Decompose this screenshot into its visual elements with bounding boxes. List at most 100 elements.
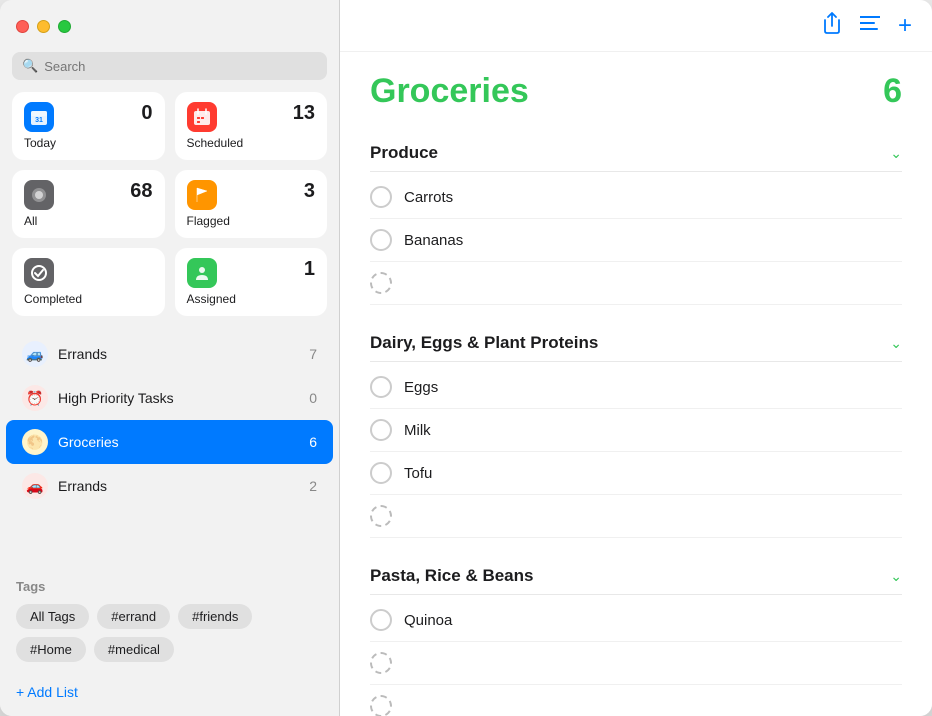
- section-produce-chevron[interactable]: ⌄: [890, 145, 902, 162]
- scheduled-count: 13: [293, 102, 315, 125]
- maximize-button[interactable]: [58, 20, 71, 33]
- tag-medical[interactable]: #medical: [94, 637, 174, 662]
- task-pasta-empty1-checkbox[interactable]: [370, 652, 392, 674]
- titlebar: [0, 0, 339, 52]
- groceries-label: Groceries: [58, 434, 299, 450]
- all-icon: [24, 180, 54, 210]
- task-tofu: Tofu: [370, 452, 902, 495]
- task-eggs: Eggs: [370, 366, 902, 409]
- groceries-icon: 🌕: [22, 429, 48, 455]
- search-bar: 🔍: [12, 52, 327, 80]
- groceries-count: 6: [309, 434, 317, 450]
- task-dairy-empty: [370, 495, 902, 538]
- task-tofu-label: Tofu: [404, 465, 432, 482]
- task-milk-label: Milk: [404, 422, 431, 439]
- list-title: Groceries: [370, 72, 529, 111]
- task-bananas-checkbox[interactable]: [370, 229, 392, 251]
- flagged-label: Flagged: [187, 214, 316, 228]
- list-section: 🚙 Errands 7 ⏰ High Priority Tasks 0 🌕 Gr…: [0, 328, 339, 567]
- task-dairy-empty-checkbox[interactable]: [370, 505, 392, 527]
- menu-icon[interactable]: [860, 15, 880, 36]
- tags-section: Tags All Tags #errand #friends #Home #me…: [0, 567, 339, 674]
- task-milk: Milk: [370, 409, 902, 452]
- all-label: All: [24, 214, 153, 228]
- smart-list-scheduled[interactable]: 13 Scheduled: [175, 92, 328, 160]
- today-count: 0: [141, 102, 152, 125]
- section-dairy-chevron[interactable]: ⌄: [890, 335, 902, 352]
- smart-lists-grid: 31 0 Today: [0, 92, 339, 328]
- task-eggs-label: Eggs: [404, 379, 438, 396]
- share-icon[interactable]: [822, 12, 842, 40]
- task-milk-checkbox[interactable]: [370, 419, 392, 441]
- high-priority-icon: ⏰: [22, 385, 48, 411]
- flagged-count: 3: [304, 180, 315, 203]
- main-content: + Groceries 6 Produce ⌄ Carrots: [340, 0, 932, 716]
- completed-icon: [24, 258, 54, 288]
- errands2-icon: 🚗: [22, 473, 48, 499]
- smart-list-today[interactable]: 31 0 Today: [12, 92, 165, 160]
- app-window: 🔍 31 0 Today: [0, 0, 932, 716]
- tag-errand[interactable]: #errand: [97, 604, 170, 629]
- close-button[interactable]: [16, 20, 29, 33]
- task-pasta-empty2-checkbox[interactable]: [370, 695, 392, 716]
- tags-label: Tags: [16, 579, 323, 594]
- search-icon: 🔍: [22, 58, 38, 74]
- section-pasta-chevron[interactable]: ⌄: [890, 568, 902, 585]
- main-body: Groceries 6 Produce ⌄ Carrots Bananas: [340, 52, 932, 716]
- task-produce-empty-checkbox[interactable]: [370, 272, 392, 294]
- task-produce-empty: [370, 262, 902, 305]
- assigned-count: 1: [304, 258, 315, 281]
- task-bananas-label: Bananas: [404, 232, 463, 249]
- all-count: 68: [130, 180, 152, 203]
- section-pasta: Pasta, Rice & Beans ⌄ Quinoa: [370, 554, 902, 716]
- svg-text:31: 31: [35, 117, 43, 124]
- smart-list-all[interactable]: 68 All: [12, 170, 165, 238]
- list-item-errands1[interactable]: 🚙 Errands 7: [6, 332, 333, 376]
- smart-list-assigned[interactable]: 1 Assigned: [175, 248, 328, 316]
- today-label: Today: [24, 136, 153, 150]
- section-pasta-header: Pasta, Rice & Beans ⌄: [370, 554, 902, 595]
- list-item-groceries[interactable]: 🌕 Groceries 6: [6, 420, 333, 464]
- section-pasta-title: Pasta, Rice & Beans: [370, 566, 533, 586]
- sidebar: 🔍 31 0 Today: [0, 0, 340, 716]
- assigned-label: Assigned: [187, 292, 316, 306]
- search-input[interactable]: [44, 59, 317, 74]
- tags-grid: All Tags #errand #friends #Home #medical: [16, 604, 323, 662]
- section-produce-header: Produce ⌄: [370, 131, 902, 172]
- list-item-errands2[interactable]: 🚗 Errands 2: [6, 464, 333, 508]
- section-dairy-title: Dairy, Eggs & Plant Proteins: [370, 333, 598, 353]
- task-bananas: Bananas: [370, 219, 902, 262]
- smart-list-flagged[interactable]: 3 Flagged: [175, 170, 328, 238]
- add-list-label: + Add List: [16, 684, 78, 700]
- task-carrots-label: Carrots: [404, 189, 453, 206]
- task-pasta-empty2: [370, 685, 902, 716]
- add-list-button[interactable]: + Add List: [0, 674, 339, 716]
- smart-list-completed[interactable]: Completed: [12, 248, 165, 316]
- errands1-icon: 🚙: [22, 341, 48, 367]
- task-quinoa-label: Quinoa: [404, 612, 452, 629]
- task-carrots: Carrots: [370, 176, 902, 219]
- task-pasta-empty1: [370, 642, 902, 685]
- task-tofu-checkbox[interactable]: [370, 462, 392, 484]
- errands1-count: 7: [309, 346, 317, 362]
- list-item-high-priority[interactable]: ⏰ High Priority Tasks 0: [6, 376, 333, 420]
- errands2-label: Errands: [58, 478, 299, 494]
- section-produce: Produce ⌄ Carrots Bananas: [370, 131, 902, 305]
- task-quinoa: Quinoa: [370, 599, 902, 642]
- add-task-icon[interactable]: +: [898, 12, 912, 40]
- tag-all-tags[interactable]: All Tags: [16, 604, 89, 629]
- scheduled-icon: [187, 102, 217, 132]
- list-total-count: 6: [883, 72, 902, 111]
- errands2-count: 2: [309, 478, 317, 494]
- task-quinoa-checkbox[interactable]: [370, 609, 392, 631]
- flagged-icon: [187, 180, 217, 210]
- minimize-button[interactable]: [37, 20, 50, 33]
- task-carrots-checkbox[interactable]: [370, 186, 392, 208]
- tag-friends[interactable]: #friends: [178, 604, 252, 629]
- main-toolbar: +: [340, 0, 932, 52]
- tag-home[interactable]: #Home: [16, 637, 86, 662]
- section-dairy-header: Dairy, Eggs & Plant Proteins ⌄: [370, 321, 902, 362]
- task-eggs-checkbox[interactable]: [370, 376, 392, 398]
- today-icon: 31: [24, 102, 54, 132]
- completed-label: Completed: [24, 292, 153, 306]
